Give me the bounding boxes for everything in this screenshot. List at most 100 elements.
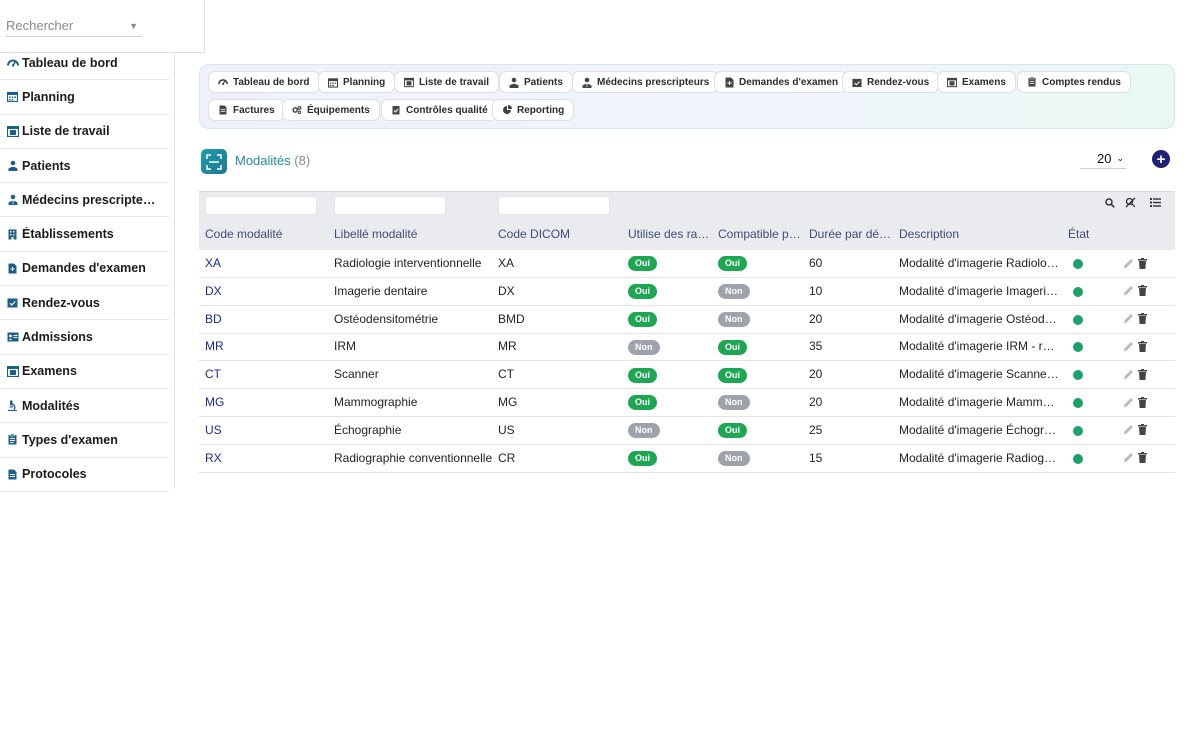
quicknav-label: Demandes d'examen [739, 76, 839, 88]
compat-badge: Non [718, 395, 750, 411]
cell-description: Modalité d'imagerie Radiologi… [899, 256, 1059, 270]
cell-code-modalite[interactable]: BD [205, 306, 325, 333]
table-row[interactable]: MR IRM MR Non Oui 35 Modalité d'imagerie IRM -… [199, 333, 1175, 362]
uses-badge: Non [628, 423, 660, 439]
delete-trash-icon[interactable] [1137, 368, 1147, 380]
delete-trash-icon[interactable] [1137, 285, 1147, 297]
quicknav-tableau-de-bord-button[interactable]: Tableau de bord [208, 71, 320, 93]
sidebar-item-medecins-prescripte[interactable]: Médecins prescripte… [0, 183, 169, 218]
sidebar-item-etablissements[interactable]: Établissements [0, 217, 169, 252]
filter-libelle-modalite[interactable] [334, 196, 446, 215]
cell-code-modalite[interactable]: DX [205, 278, 325, 305]
col-header-libelle-modalite[interactable]: Libellé modalité [334, 227, 484, 241]
gears-icon [292, 105, 302, 115]
table-row[interactable]: MG Mammographie MG Oui Non 20 Modalité d'image… [199, 389, 1175, 417]
quicknav-medecins-prescripteurs-button[interactable]: Médecins prescripteurs [572, 71, 720, 93]
chevron-down-icon: ⌄ [1116, 153, 1124, 163]
col-header-code-dicom[interactable]: Code DICOM [498, 227, 618, 241]
quicknav-rendez-vous-button[interactable]: Rendez-vous [842, 71, 940, 93]
quicknav-controles-qualite-button[interactable]: Contrôles qualité [381, 99, 498, 121]
quicknav-factures-button[interactable]: Factures [208, 99, 285, 121]
edit-pencil-icon[interactable] [1122, 424, 1134, 436]
compat-badge: Non [718, 450, 750, 466]
sidebar-item-rendez-vous[interactable]: Rendez-vous [0, 286, 169, 321]
quicknav-liste-de-travail-button[interactable]: Liste de travail [394, 71, 500, 93]
delete-trash-icon[interactable] [1137, 257, 1147, 269]
cell-code-modalite[interactable]: RX [205, 445, 325, 472]
clear-search-icon[interactable] [1125, 197, 1136, 208]
add-modality-button[interactable]: + [1152, 150, 1170, 168]
quicknav-label: Patients [524, 76, 563, 88]
cell-code-modalite[interactable]: MR [205, 333, 325, 360]
cell-code-modalite[interactable]: XA [205, 250, 325, 277]
compat-badge: Non [718, 284, 750, 300]
cell-compatible: Oui [718, 361, 798, 388]
col-header-etat[interactable]: État [1068, 227, 1108, 241]
edit-pencil-icon[interactable] [1122, 452, 1134, 464]
table-row[interactable]: RX Radiographie conventionnelle CR Oui Non 15… [199, 445, 1175, 473]
cell-duree: 60 [809, 256, 823, 270]
filter-code-modalite[interactable] [205, 196, 317, 215]
cell-code-modalite[interactable]: CT [205, 361, 325, 388]
filter-code-dicom[interactable] [498, 196, 610, 215]
delete-trash-icon[interactable] [1137, 396, 1147, 408]
quicknav-comptes-rendus-button[interactable]: Comptes rendus [1017, 71, 1131, 93]
search-icon[interactable] [1104, 197, 1115, 208]
sidebar-item-liste-de-travail[interactable]: Liste de travail [0, 115, 169, 149]
sidebar-item-modalites[interactable]: Modalités [0, 389, 169, 424]
sidebar-item-protocoles[interactable]: Protocoles [0, 458, 169, 492]
cell-code-modalite[interactable]: MG [205, 389, 325, 416]
cell-code-dicom: US [498, 422, 515, 437]
search-input[interactable]: Rechercher ▼ [6, 16, 142, 37]
col-header-utilise[interactable]: Utilise des ra… [628, 227, 712, 241]
col-header-description[interactable]: Description [899, 227, 1059, 241]
dashboard-icon [218, 77, 228, 87]
table-row[interactable]: US Échographie US Non Oui 25 Modalité d'imager… [199, 417, 1175, 445]
sidebar-item-admissions[interactable]: Admissions [0, 320, 169, 355]
table-row[interactable]: CT Scanner CT Oui Oui 20 Modalité d'imagerie S… [199, 361, 1175, 390]
delete-trash-icon[interactable] [1137, 340, 1147, 352]
edit-pencil-icon[interactable] [1122, 340, 1134, 352]
quicknav-patients-button[interactable]: Patients [499, 71, 573, 93]
sidebar-item-label: Protocoles [22, 467, 87, 482]
status-active-dot [1073, 398, 1083, 408]
cell-description: Modalité d'imagerie Scanner … [899, 367, 1059, 382]
edit-pencil-icon[interactable] [1122, 396, 1134, 408]
sidebar-item-examens[interactable]: Examens [0, 355, 169, 389]
compat-badge: Oui [718, 423, 747, 439]
sidebar-item-patients[interactable]: Patients [0, 149, 169, 184]
table-row[interactable]: DX Imagerie dentaire DX Oui Non 10 Modalité d'… [199, 278, 1175, 306]
col-header-duree[interactable]: Durée par dé… [809, 227, 893, 241]
delete-trash-icon[interactable] [1137, 424, 1147, 436]
quicknav-demandes-d-examen-button[interactable]: Demandes d'examen [714, 71, 849, 93]
sidebar-item-planning[interactable]: Planning [0, 80, 169, 115]
column-list-icon[interactable] [1150, 197, 1161, 208]
quicknav-examens-button[interactable]: Examens [937, 71, 1016, 93]
sidebar-item-label: Planning [22, 89, 75, 104]
edit-pencil-icon[interactable] [1122, 285, 1134, 297]
quicknav-label: Équipements [307, 104, 370, 116]
col-header-code-modalite[interactable]: Code modalité [205, 227, 325, 241]
cell-duree: 25 [809, 422, 823, 437]
uses-badge: Oui [628, 367, 657, 383]
cell-utilise: Non [628, 417, 708, 444]
col-header-compatible[interactable]: Compatible p… [718, 227, 802, 241]
table-row[interactable]: BD Ostéodensitométrie BMD Oui Non 20 Modalité … [199, 306, 1175, 334]
edit-pencil-icon[interactable] [1122, 313, 1134, 325]
quicknav-equipements-button[interactable]: Équipements [282, 99, 380, 121]
cell-utilise: Oui [628, 250, 708, 277]
sidebar: Tableau de bord Planning Liste de travail P… [0, 0, 175, 492]
sidebar-item-types-d-examen[interactable]: Types d'examen [0, 423, 169, 458]
edit-pencil-icon[interactable] [1122, 368, 1134, 380]
sidebar-item-demandes-d-examen[interactable]: Demandes d'examen [0, 252, 169, 287]
quicknav-planning-button[interactable]: Planning [318, 71, 396, 93]
chevron-down-icon[interactable]: ▼ [129, 16, 138, 36]
quicknav-reporting-button[interactable]: Reporting [492, 99, 575, 121]
cell-code-modalite[interactable]: US [205, 417, 325, 444]
delete-trash-icon[interactable] [1137, 313, 1147, 325]
page-size-select[interactable]: 20 ⌄ [1080, 149, 1126, 169]
edit-pencil-icon[interactable] [1122, 257, 1134, 269]
delete-trash-icon[interactable] [1137, 452, 1147, 464]
table-row[interactable]: XA Radiologie interventionnelle XA Oui Oui 60… [199, 250, 1175, 278]
report-icon [1027, 77, 1037, 87]
